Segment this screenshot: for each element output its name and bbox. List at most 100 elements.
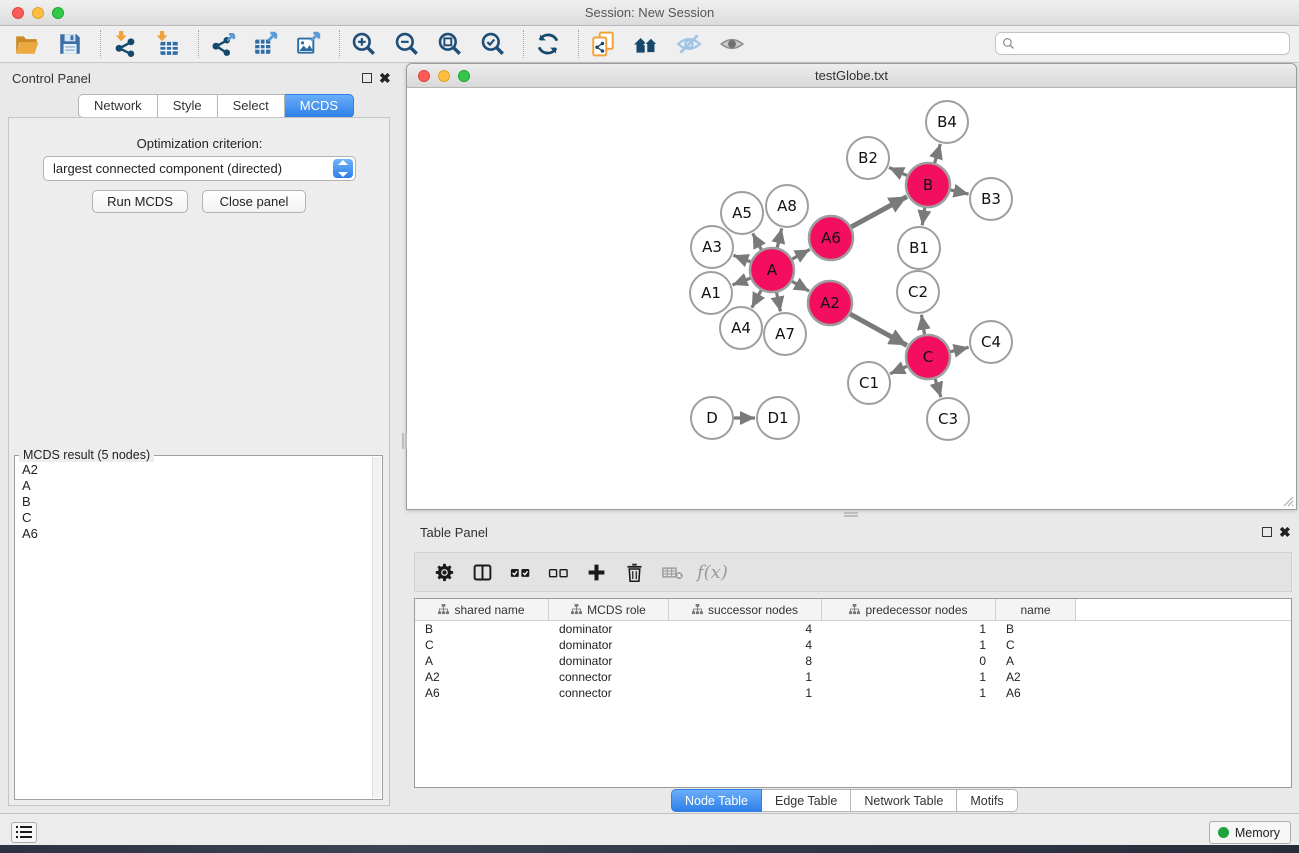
edge-C-C2[interactable] (921, 315, 924, 335)
table-row[interactable]: Adominator80A (415, 653, 1291, 669)
tab-network-table[interactable]: Network Table (851, 789, 957, 812)
column-view-icon[interactable] (467, 559, 497, 585)
edge-A6-B[interactable] (851, 197, 907, 227)
column-header[interactable]: shared name (415, 599, 549, 620)
search-field[interactable] (995, 32, 1290, 55)
edge-B-B1[interactable] (922, 208, 924, 225)
tab-select[interactable]: Select (218, 94, 285, 118)
save-session-icon[interactable] (55, 29, 85, 59)
column-header[interactable]: successor nodes (669, 599, 822, 620)
edge-A-A8[interactable] (777, 228, 782, 247)
table-settings-gear-icon[interactable] (429, 559, 459, 585)
edge-B-B2[interactable] (889, 167, 907, 175)
edge-A-A2[interactable] (792, 281, 809, 291)
show-all-icon[interactable] (717, 29, 747, 59)
column-header[interactable]: MCDS role (549, 599, 669, 620)
horizontal-splitter-handle[interactable] (844, 512, 858, 517)
edge-A-A1[interactable] (733, 278, 751, 285)
close-panel-button[interactable]: Close panel (202, 190, 306, 213)
table-cell: 1 (669, 685, 822, 701)
table-panel-close-icon[interactable]: ✖ (1279, 526, 1291, 538)
app-title: Session: New Session (0, 5, 1299, 20)
edge-C-C3[interactable] (935, 379, 941, 397)
toolbar-separator (523, 30, 524, 58)
memory-label: Memory (1235, 826, 1280, 840)
criterion-select[interactable]: largest connected component (directed) (43, 156, 356, 181)
function-builder-icon[interactable]: f(x) (697, 562, 728, 583)
edge-C-C1[interactable] (890, 366, 907, 373)
table-cell: connector (549, 669, 669, 685)
table-row[interactable]: Cdominator41C (415, 637, 1291, 653)
export-table-icon[interactable] (251, 29, 281, 59)
tab-node-table[interactable]: Node Table (671, 789, 762, 812)
edge-A-A4[interactable] (752, 290, 761, 307)
run-mcds-button[interactable]: Run MCDS (92, 190, 188, 213)
zoom-fit-icon[interactable] (435, 29, 465, 59)
result-item[interactable]: A6 (20, 526, 370, 542)
zoom-in-icon[interactable] (349, 29, 379, 59)
result-item[interactable]: A (20, 478, 370, 494)
delete-column-trash-icon[interactable] (619, 559, 649, 585)
export-image-icon[interactable] (294, 29, 324, 59)
apply-layout-icon[interactable] (533, 29, 563, 59)
new-network-from-selection-icon[interactable] (588, 29, 618, 59)
edge-C-C4[interactable] (950, 347, 968, 351)
column-header[interactable]: name (996, 599, 1076, 620)
tab-edge-table[interactable]: Edge Table (762, 789, 851, 812)
node-label-C4: C4 (981, 333, 1001, 351)
column-type-icon (571, 604, 582, 615)
table-row[interactable]: A2connector11A2 (415, 669, 1291, 685)
import-network-icon[interactable] (110, 29, 140, 59)
edge-B-B4[interactable] (935, 144, 941, 163)
window-resize-grip[interactable] (1281, 494, 1294, 507)
table-cell: connector (549, 685, 669, 701)
column-header[interactable]: predecessor nodes (822, 599, 996, 620)
table-cell: 1 (822, 685, 996, 701)
edge-A-A7[interactable] (777, 293, 781, 312)
search-icon (1002, 37, 1015, 50)
table-panel-float-icon[interactable] (1262, 527, 1272, 537)
result-item[interactable]: C (20, 510, 370, 526)
zoom-selected-icon[interactable] (478, 29, 508, 59)
deselect-all-checkboxes-icon[interactable] (543, 559, 573, 585)
network-view-window: testGlobe.txt AA1A2A3A4A5A6A7A8BB1B2B3B4… (406, 63, 1297, 510)
result-scrollbar[interactable] (372, 457, 381, 798)
hide-selected-icon[interactable] (674, 29, 704, 59)
table-row[interactable]: Bdominator41B (415, 621, 1291, 637)
network-canvas[interactable]: AA1A2A3A4A5A6A7A8BB1B2B3B4CC1C2C3C4DD1 (407, 88, 1296, 509)
control-panel-tabs: NetworkStyleSelectMCDS (78, 94, 354, 118)
export-network-icon[interactable] (208, 29, 238, 59)
node-label-B3: B3 (981, 190, 1001, 208)
tab-mcds[interactable]: MCDS (285, 94, 354, 118)
table-cell: B (415, 621, 549, 637)
search-input[interactable] (1015, 34, 1289, 53)
edge-A-A3[interactable] (733, 255, 750, 262)
tab-style[interactable]: Style (158, 94, 218, 118)
result-item[interactable]: B (20, 494, 370, 510)
select-all-checkboxes-icon[interactable] (505, 559, 535, 585)
edge-A-A6[interactable] (792, 249, 810, 259)
delete-table-icon[interactable] (657, 559, 687, 585)
vertical-splitter-handle[interactable] (402, 433, 407, 449)
control-panel-float-icon[interactable] (362, 73, 372, 83)
first-neighbors-icon[interactable] (631, 29, 661, 59)
import-table-icon[interactable] (153, 29, 183, 59)
control-panel-close-icon[interactable]: ✖ (379, 72, 391, 84)
tab-motifs[interactable]: Motifs (957, 789, 1017, 812)
add-column-icon[interactable] (581, 559, 611, 585)
table-row[interactable]: A6connector11A6 (415, 685, 1291, 701)
result-item[interactable]: A2 (20, 462, 370, 478)
node-label-C: C (923, 348, 933, 366)
edge-B-B3[interactable] (950, 190, 968, 194)
zoom-out-icon[interactable] (392, 29, 422, 59)
task-history-button[interactable] (11, 822, 37, 843)
edge-A-A5[interactable] (753, 233, 762, 249)
memory-button[interactable]: Memory (1209, 821, 1291, 844)
node-label-B1: B1 (909, 239, 929, 257)
criterion-selected-value: largest connected component (directed) (53, 161, 282, 176)
open-session-icon[interactable] (12, 29, 42, 59)
edge-A2-C[interactable] (850, 314, 907, 345)
network-window-titlebar[interactable]: testGlobe.txt (407, 64, 1296, 88)
node-label-B2: B2 (858, 149, 878, 167)
tab-network[interactable]: Network (78, 94, 158, 118)
